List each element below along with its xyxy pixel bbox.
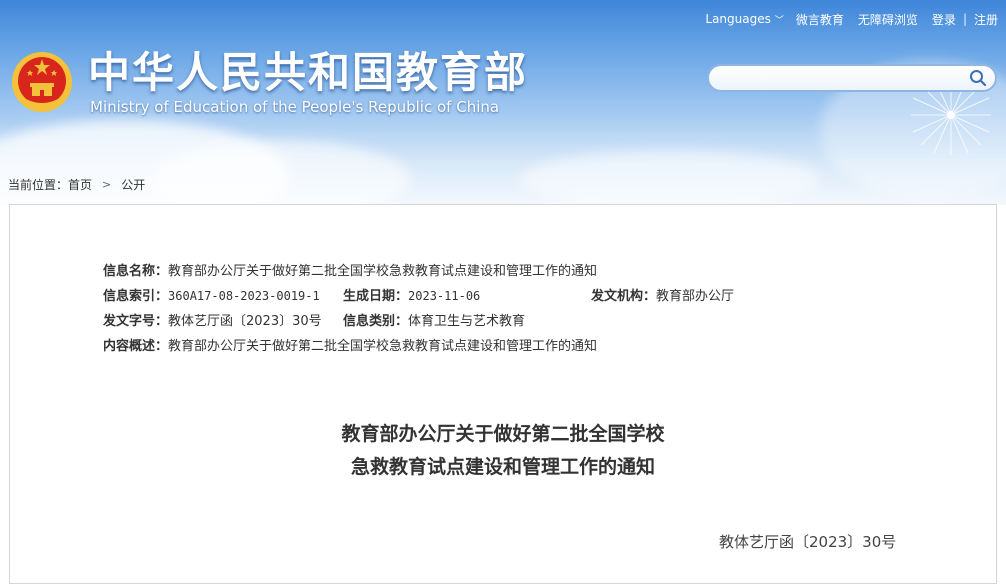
meta-value: 2023-11-06 xyxy=(408,289,481,303)
cloud-decoration xyxy=(520,150,820,205)
languages-menu[interactable]: Languages xyxy=(705,12,770,26)
article-panel: 信息名称：教育部办公厅关于做好第二批全国学校急救教育试点建设和管理工作的通知 信… xyxy=(9,204,997,584)
search-icon[interactable] xyxy=(969,69,987,87)
meta-row-summary: 内容概述：教育部办公厅关于做好第二批全国学校急救教育试点建设和管理工作的通知 xyxy=(103,335,597,354)
national-emblem-icon xyxy=(12,52,72,112)
site-header: 中华人民共和国教育部 Ministry of Education of the … xyxy=(0,0,1006,205)
meta-row-index: 信息索引：360A17-08-2023-0019-1 xyxy=(103,285,320,304)
breadcrumb-home[interactable]: 首页 xyxy=(68,176,92,193)
breadcrumb: 当前位置： 首页 > 公开 xyxy=(8,176,145,192)
top-navigation: Languages ﹀ 微言教育 无障碍浏览 登录 | 注册 xyxy=(705,10,998,28)
meta-value: 教体艺厅函〔2023〕30号 xyxy=(168,314,322,329)
meta-row-date: 生成日期：2023-11-06 xyxy=(343,285,480,304)
chevron-right-icon: > xyxy=(102,177,112,191)
meta-row-name: 信息名称：教育部办公厅关于做好第二批全国学校急救教育试点建设和管理工作的通知 xyxy=(103,260,597,279)
meta-row-docno: 发文字号：教体艺厅函〔2023〕30号 xyxy=(103,310,322,329)
meta-label: 生成日期： xyxy=(343,289,409,304)
meta-value: 教育部办公厅 xyxy=(656,289,735,304)
meta-value: 教育部办公厅关于做好第二批全国学校急救教育试点建设和管理工作的通知 xyxy=(168,339,598,354)
meta-label: 发文机构： xyxy=(591,289,657,304)
meta-row-category: 信息类别：体育卫生与艺术教育 xyxy=(343,310,525,329)
register-link[interactable]: 注册 xyxy=(974,11,998,28)
meta-label: 信息索引： xyxy=(103,289,169,304)
meta-label: 内容概述： xyxy=(103,339,169,354)
meta-label: 信息类别： xyxy=(343,314,409,329)
document-title-line-2: 急救教育试点建设和管理工作的通知 xyxy=(350,456,655,478)
meta-row-issuer: 发文机构：教育部办公厅 xyxy=(591,285,734,304)
breadcrumb-label: 当前位置： xyxy=(8,177,69,192)
wechat-link[interactable]: 微言教育 xyxy=(796,11,844,28)
accessibility-link[interactable]: 无障碍浏览 xyxy=(858,11,918,28)
site-title: 中华人民共和国教育部 xyxy=(88,48,529,97)
meta-value: 360A17-08-2023-0019-1 xyxy=(168,289,320,303)
meta-label: 信息名称： xyxy=(103,264,169,279)
site-subtitle: Ministry of Education of the People's Re… xyxy=(90,98,500,116)
login-link[interactable]: 登录 xyxy=(932,11,956,28)
breadcrumb-public[interactable]: 公开 xyxy=(121,176,145,193)
document-title-line-1: 教育部办公厅关于做好第二批全国学校 xyxy=(341,423,665,445)
nav-separator: | xyxy=(962,12,967,26)
chevron-down-icon[interactable]: ﹀ xyxy=(775,13,784,26)
search-input[interactable] xyxy=(721,70,965,90)
meta-value: 教育部办公厅关于做好第二批全国学校急救教育试点建设和管理工作的通知 xyxy=(168,264,598,279)
meta-label: 发文字号： xyxy=(103,314,169,329)
document-number: 教体艺厅函〔2023〕30号 xyxy=(719,533,897,551)
meta-value: 体育卫生与艺术教育 xyxy=(408,314,526,329)
search-box xyxy=(707,64,997,92)
